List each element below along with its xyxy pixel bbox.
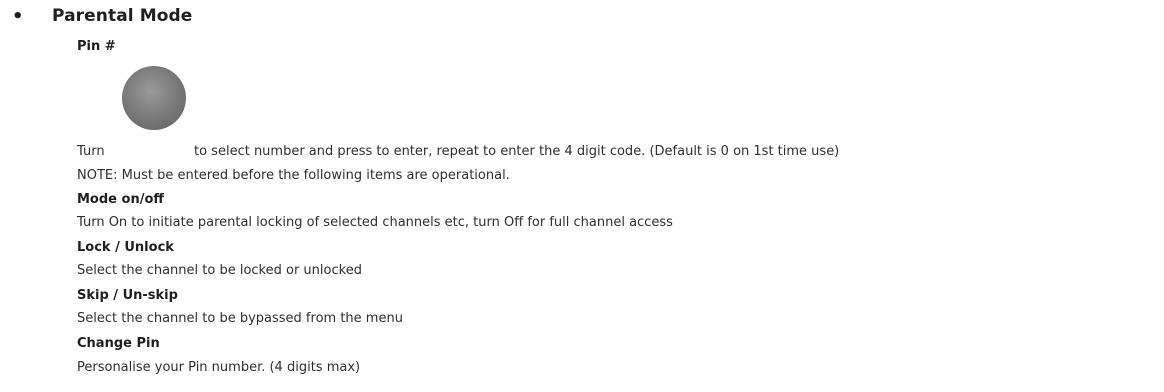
mode-heading: Mode on/off xyxy=(77,192,164,207)
pin-note: NOTE: Must be entered before the followi… xyxy=(77,168,510,183)
change-pin-text: Personalise your Pin number. (4 digits m… xyxy=(77,360,361,375)
change-pin-heading: Change Pin xyxy=(77,336,160,351)
document-page: • Parental Mode Pin # Turn to select num… xyxy=(0,0,1164,392)
skip-text: Select the channel to be bypassed from t… xyxy=(77,311,403,326)
rotary-knob-icon xyxy=(122,66,186,130)
lock-heading: Lock / Unlock xyxy=(77,240,174,255)
pin-instruction: to select number and press to enter, rep… xyxy=(194,144,840,159)
pin-heading: Pin # xyxy=(77,39,116,54)
skip-heading: Skip / Un-skip xyxy=(77,288,178,303)
lock-text: Select the channel to be locked or unloc… xyxy=(77,263,362,278)
mode-text: Turn On to initiate parental locking of … xyxy=(77,215,673,230)
bullet-marker: • xyxy=(12,6,24,27)
pin-turn-word: Turn xyxy=(77,144,105,159)
section-title: Parental Mode xyxy=(52,6,193,26)
